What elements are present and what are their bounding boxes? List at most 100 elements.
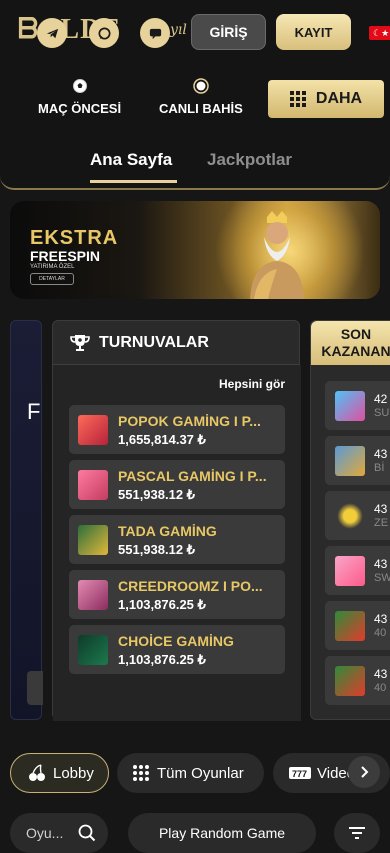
winner-amount: 43 xyxy=(374,447,388,461)
live-dot-icon xyxy=(193,78,209,94)
winner-item[interactable]: 43 ZE xyxy=(325,491,390,540)
chat-icon[interactable] xyxy=(140,18,170,48)
game-thumbnail xyxy=(335,556,365,586)
category-all-games[interactable]: Tüm Oyunlar xyxy=(117,753,264,793)
game-thumbnail xyxy=(78,470,108,500)
game-thumbnail xyxy=(78,525,108,555)
language-flag-icon[interactable]: ☾★ xyxy=(369,26,390,40)
nav-item-label: MAÇ ÖNCESİ xyxy=(38,101,122,116)
logo-suffix: yıl xyxy=(170,22,187,38)
game-thumbnail xyxy=(78,580,108,610)
tournament-amount: 1,103,876.25 ₺ xyxy=(118,652,206,667)
chevron-right-icon xyxy=(361,766,369,778)
winner-item[interactable]: 43 40 xyxy=(325,601,390,650)
winner-item[interactable]: 43 Bİ xyxy=(325,436,390,485)
nav-item-live-betting[interactable]: CANLI BAHİS xyxy=(159,78,243,118)
categories-next-button[interactable] xyxy=(348,756,380,788)
tournaments-list: Hepsini gör POPOK GAMİNG I P... 1,655,81… xyxy=(53,365,301,721)
search-placeholder: Oyu... xyxy=(26,825,64,841)
winner-amount: 43 xyxy=(374,557,388,571)
tournament-amount: 551,938.12 ₺ xyxy=(118,487,195,502)
banner-subtitle: FREESPIN xyxy=(30,248,101,264)
recent-winners-panel: SON KAZANAN 42 SU 43 Bİ 43 ZE 43 SW 43 4… xyxy=(310,320,390,720)
game-thumbnail xyxy=(78,415,108,445)
grid-icon xyxy=(289,91,306,107)
grid-dots-icon xyxy=(133,765,149,781)
game-thumbnail xyxy=(335,391,365,421)
tournaments-panel: TURNUVALAR Hepsini gör POPOK GAMİNG I P.… xyxy=(52,320,301,721)
more-label: DAHA xyxy=(315,90,363,107)
play-random-game-button[interactable]: Play Random Game xyxy=(128,813,316,853)
tournaments-header: TURNUVALAR xyxy=(53,321,299,365)
promo-banner[interactable]: EKSTRA FREESPIN YATIRIMA ÖZEL DETAYLAR xyxy=(10,201,380,299)
slot-777-icon: 777 xyxy=(289,767,311,779)
nav-item-pre-match[interactable]: MAÇ ÖNCESİ xyxy=(38,78,121,118)
left-partial-panel[interactable]: F xyxy=(10,320,43,720)
winners-title-line1: SON xyxy=(340,326,372,342)
see-all-link[interactable]: Hepsini gör xyxy=(219,377,285,391)
login-button[interactable]: GİRİŞ xyxy=(191,14,266,50)
banner-details-button[interactable]: DETAYLAR xyxy=(30,273,74,285)
tournament-name: POPOK GAMİNG I P... xyxy=(118,413,261,429)
tournament-item[interactable]: PASCAL GAMİNG I P... 551,938.12 ₺ xyxy=(69,460,285,509)
left-panel-scroll-handle[interactable] xyxy=(27,671,43,705)
svg-text:777: 777 xyxy=(292,769,307,779)
left-panel-letter: F xyxy=(27,399,41,424)
winner-amount: 43 xyxy=(374,667,388,681)
winner-game: 40 xyxy=(374,627,387,639)
telegram-icon[interactable] xyxy=(37,18,67,48)
top-header: ᗷALDE yıl GİRİŞ KAYIT ☾★ xyxy=(0,0,390,62)
winner-game: SW xyxy=(374,572,390,584)
game-thumbnail xyxy=(335,501,365,531)
tournament-name: CREEDROOMZ I PO... xyxy=(118,578,263,594)
filter-icon xyxy=(349,827,365,839)
banner-title: EKSTRA xyxy=(30,227,119,249)
register-button[interactable]: KAYIT xyxy=(276,14,351,50)
winner-amount: 43 xyxy=(374,502,388,516)
winner-game: ZE xyxy=(374,517,389,529)
winner-item[interactable]: 43 SW xyxy=(325,546,390,595)
tab-home[interactable]: Ana Sayfa xyxy=(90,150,172,170)
tab-jackpots[interactable]: Jackpotlar xyxy=(207,150,292,170)
soccer-ball-icon xyxy=(72,79,87,93)
winner-item[interactable]: 42 SU xyxy=(325,381,390,430)
search-icon xyxy=(78,824,96,842)
winner-item[interactable]: 43 40 xyxy=(325,656,390,705)
banner-caption: YATIRIMA ÖZEL xyxy=(30,264,75,270)
tournament-item[interactable]: POPOK GAMİNG I P... 1,655,814.37 ₺ xyxy=(69,405,285,454)
game-thumbnail xyxy=(335,611,365,641)
winner-game: SU xyxy=(374,407,390,419)
tournament-name: TADA GAMİNG xyxy=(118,523,217,539)
tournament-item[interactable]: CREEDROOMZ I PO... 1,103,876.25 ₺ xyxy=(69,570,285,619)
winner-amount: 43 xyxy=(374,612,388,626)
category-label: Tüm Oyunlar xyxy=(157,764,244,782)
tournament-name: CHOİCE GAMİNG xyxy=(118,633,234,649)
tournament-item[interactable]: TADA GAMİNG 551,938.12 ₺ xyxy=(69,515,285,564)
category-lobby[interactable]: Lobby xyxy=(10,753,109,793)
game-thumbnail xyxy=(335,446,365,476)
game-thumbnail xyxy=(335,666,365,696)
main-nav: MAÇ ÖNCESİ CANLI BAHİS DAHA Ana Sayfa Ja… xyxy=(0,62,390,190)
game-search-input[interactable]: Oyu... xyxy=(10,813,108,853)
tournament-amount: 551,938.12 ₺ xyxy=(118,542,195,557)
winner-game: 40 xyxy=(374,682,387,694)
winner-game: Bİ xyxy=(374,462,385,474)
tournament-amount: 1,103,876.25 ₺ xyxy=(118,597,206,612)
winners-title-line2: KAZANAN xyxy=(321,343,390,359)
game-thumbnail xyxy=(78,635,108,665)
active-tab-indicator xyxy=(90,180,177,183)
nav-item-label: CANLI BAHİS xyxy=(159,101,243,116)
category-label: Lobby xyxy=(53,764,94,782)
recent-winners-header: SON KAZANAN xyxy=(311,321,390,365)
winner-amount: 42 xyxy=(374,392,388,406)
more-button[interactable]: DAHA xyxy=(268,80,384,118)
tournament-name: PASCAL GAMİNG I P... xyxy=(118,468,267,484)
cherry-icon xyxy=(29,764,45,781)
tournament-item[interactable]: CHOİCE GAMİNG 1,103,876.25 ₺ xyxy=(69,625,285,674)
zeus-illustration-icon xyxy=(250,211,304,299)
tournament-amount: 1,655,814.37 ₺ xyxy=(118,432,206,447)
filter-button[interactable] xyxy=(334,813,380,853)
whatsapp-icon[interactable] xyxy=(89,18,119,48)
tournaments-title: TURNUVALAR xyxy=(99,333,209,351)
trophy-icon xyxy=(70,334,90,351)
